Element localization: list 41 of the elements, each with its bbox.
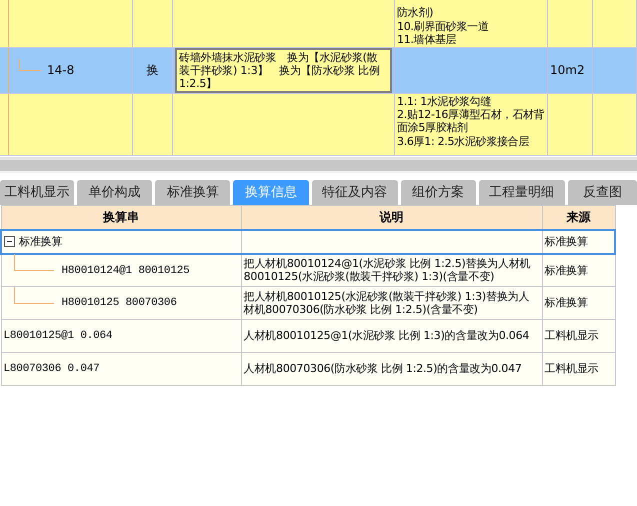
feature-line: 3.6厚1: 2.5水泥砂浆接合层 — [397, 134, 530, 148]
source-text: 标准换算 — [544, 296, 588, 310]
tree-group-label[interactable]: 标准换算 — [19, 234, 62, 248]
feature-line: 11.墙体基层 — [397, 32, 458, 46]
quota-row[interactable]: 14-8 换 砖墙外墙抹水泥砂浆 换为【水泥砂浆(散装干拌砂浆) 1:3】 换为【防水砂浆 比例 1:2.5】 10m2 — [0, 48, 637, 94]
feature-line: 防水剂) — [397, 6, 434, 20]
tab[interactable]: 工料机显示 — [0, 180, 74, 205]
conversion-string: H80010124@1 80010125 — [62, 264, 190, 277]
column-header: 说明 — [241, 206, 542, 230]
conversion-string: H80010125 80070306 — [62, 297, 177, 310]
source-text: 工料机显示 — [544, 329, 599, 342]
tab[interactable]: 工程量明细 — [478, 180, 565, 205]
description-text: 人材机80010125@1(水泥砂浆 比例 1:3)的含量改为0.064 — [244, 329, 530, 342]
tree-connector-line — [14, 254, 54, 272]
column-header: 换算串 — [1, 206, 242, 230]
quota-row[interactable]: 防水剂) 10.刷界面砂浆一道 11.墙体基层 — [0, 0, 637, 48]
tab[interactable]: 单价构成 — [77, 180, 152, 205]
description-text: 把人材机80010125(水泥砂浆(散装干拌砂浆) 1:3)替换为人材机80070306(防水砂浆 比例 1:2.5)(含量不变) — [244, 290, 530, 316]
description-text: 把人材机80010124@1(水泥砂浆 比例 1:2.5)替换为人材机80010125(水泥砂浆(散装干拌砂浆) 1:3)(含量不变) — [244, 257, 530, 284]
tab[interactable]: 组价方案 — [400, 180, 476, 205]
description-text: 人材机80070306(防水砂浆 比例 1:2.5)的含量改为0.047 — [244, 362, 522, 376]
conversion-string: L80070306 0.047 — [4, 363, 100, 376]
feature-line: 2.贴12-16厚薄型石材，石材背面涂5厚胶粘剂 — [397, 108, 545, 135]
quota-unit: 10m2 — [550, 63, 585, 78]
quota-code: 14-8 — [47, 63, 74, 78]
quota-row[interactable]: 1.1: 1水泥砂浆勾缝 2.贴12-16厚薄型石材，石材背面涂5厚胶粘剂 3.6厚1: 2.5水泥砂浆接合层 — [0, 94, 637, 156]
feature-line: 10.刷界面砂浆一道 — [397, 20, 490, 33]
tab[interactable]: 标准换算 — [155, 180, 230, 205]
tree-connector-line — [19, 58, 41, 70]
quota-name-cell[interactable]: 砖墙外墙抹水泥砂浆 换为【水泥砂浆(散装干拌砂浆) 1:3】 换为【防水砂浆 比例 1:2.5】 — [175, 48, 392, 93]
column-header: 来源 — [542, 206, 615, 230]
collapse-icon[interactable] — [4, 236, 15, 248]
feature-line: 1.1: 1水泥砂浆勾缝 — [397, 95, 492, 108]
tab[interactable]: 特征及内容 — [312, 180, 398, 205]
source-text: 标准换算 — [544, 234, 588, 248]
tree-connector-line — [14, 286, 54, 304]
source-text: 工料机显示 — [544, 362, 599, 376]
quota-type: 换 — [146, 63, 158, 78]
conversion-string: L80010125@1 0.064 — [4, 330, 112, 342]
tab[interactable]: 反查图 — [568, 180, 637, 205]
source-text: 标准换算 — [544, 264, 588, 277]
